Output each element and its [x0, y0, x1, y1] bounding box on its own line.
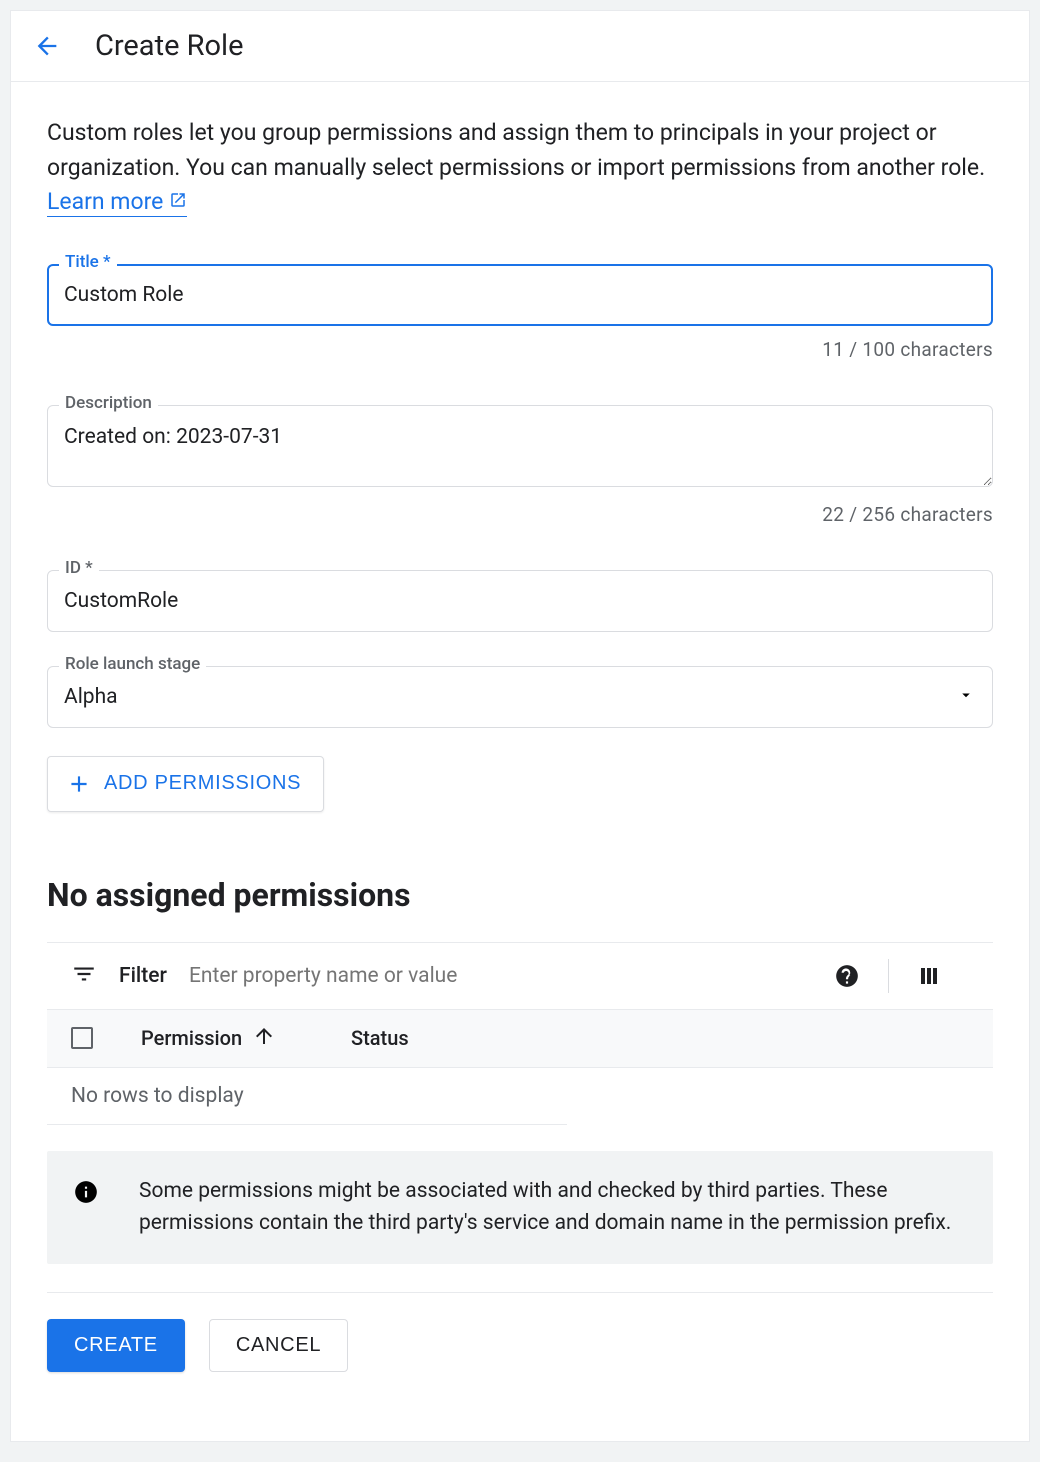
cancel-button[interactable]: CANCEL	[209, 1319, 348, 1372]
intro-body: Custom roles let you group permissions a…	[47, 119, 985, 181]
back-arrow-icon[interactable]	[33, 32, 61, 60]
stage-select[interactable]	[47, 666, 993, 728]
page-title: Create Role	[95, 29, 243, 63]
permissions-heading: No assigned permissions	[47, 876, 993, 914]
info-icon	[73, 1179, 99, 1205]
create-button[interactable]: CREATE	[47, 1319, 185, 1372]
external-link-icon	[169, 185, 187, 220]
description-field: Description	[47, 405, 993, 491]
column-status[interactable]: Status	[351, 1026, 501, 1050]
header: Create Role	[11, 11, 1029, 82]
title-label: Title *	[59, 252, 117, 272]
info-banner: Some permissions might be associated wit…	[47, 1151, 993, 1264]
title-field: Title *	[47, 264, 993, 326]
filter-label: Filter	[119, 964, 167, 988]
title-counter: 11 / 100 characters	[47, 338, 993, 361]
table-header-row: Permission Status	[47, 1009, 993, 1068]
add-permissions-button[interactable]: ADD PERMISSIONS	[47, 756, 324, 812]
stage-label: Role launch stage	[59, 654, 206, 674]
column-status-label: Status	[351, 1026, 409, 1050]
learn-more-link[interactable]: Learn more	[47, 188, 187, 217]
help-icon[interactable]	[806, 960, 888, 992]
select-all-checkbox[interactable]	[71, 1027, 93, 1049]
filter-input[interactable]	[189, 964, 784, 988]
column-permission[interactable]: Permission	[141, 1024, 351, 1053]
add-permissions-label: ADD PERMISSIONS	[104, 772, 301, 795]
column-permission-label: Permission	[141, 1026, 242, 1050]
plus-icon	[66, 771, 92, 797]
description-input[interactable]	[47, 405, 993, 487]
description-label: Description	[59, 393, 158, 413]
filter-icon	[71, 961, 97, 991]
id-field: ID *	[47, 570, 993, 632]
info-text: Some permissions might be associated wit…	[139, 1175, 967, 1240]
empty-state: No rows to display	[47, 1068, 567, 1125]
stage-field: Role launch stage	[47, 666, 993, 728]
intro-text: Custom roles let you group permissions a…	[47, 116, 993, 220]
filter-bar: Filter	[47, 942, 993, 1009]
columns-icon[interactable]	[889, 960, 969, 992]
footer-actions: CREATE CANCEL	[11, 1293, 1029, 1398]
create-role-panel: Create Role Custom roles let you group p…	[10, 10, 1030, 1442]
title-input[interactable]	[47, 264, 993, 326]
learn-more-label: Learn more	[47, 188, 163, 215]
description-counter: 22 / 256 characters	[47, 503, 993, 526]
filter-actions	[806, 959, 969, 993]
id-label: ID *	[59, 558, 99, 578]
id-input[interactable]	[47, 570, 993, 632]
sort-ascending-icon	[252, 1024, 276, 1053]
